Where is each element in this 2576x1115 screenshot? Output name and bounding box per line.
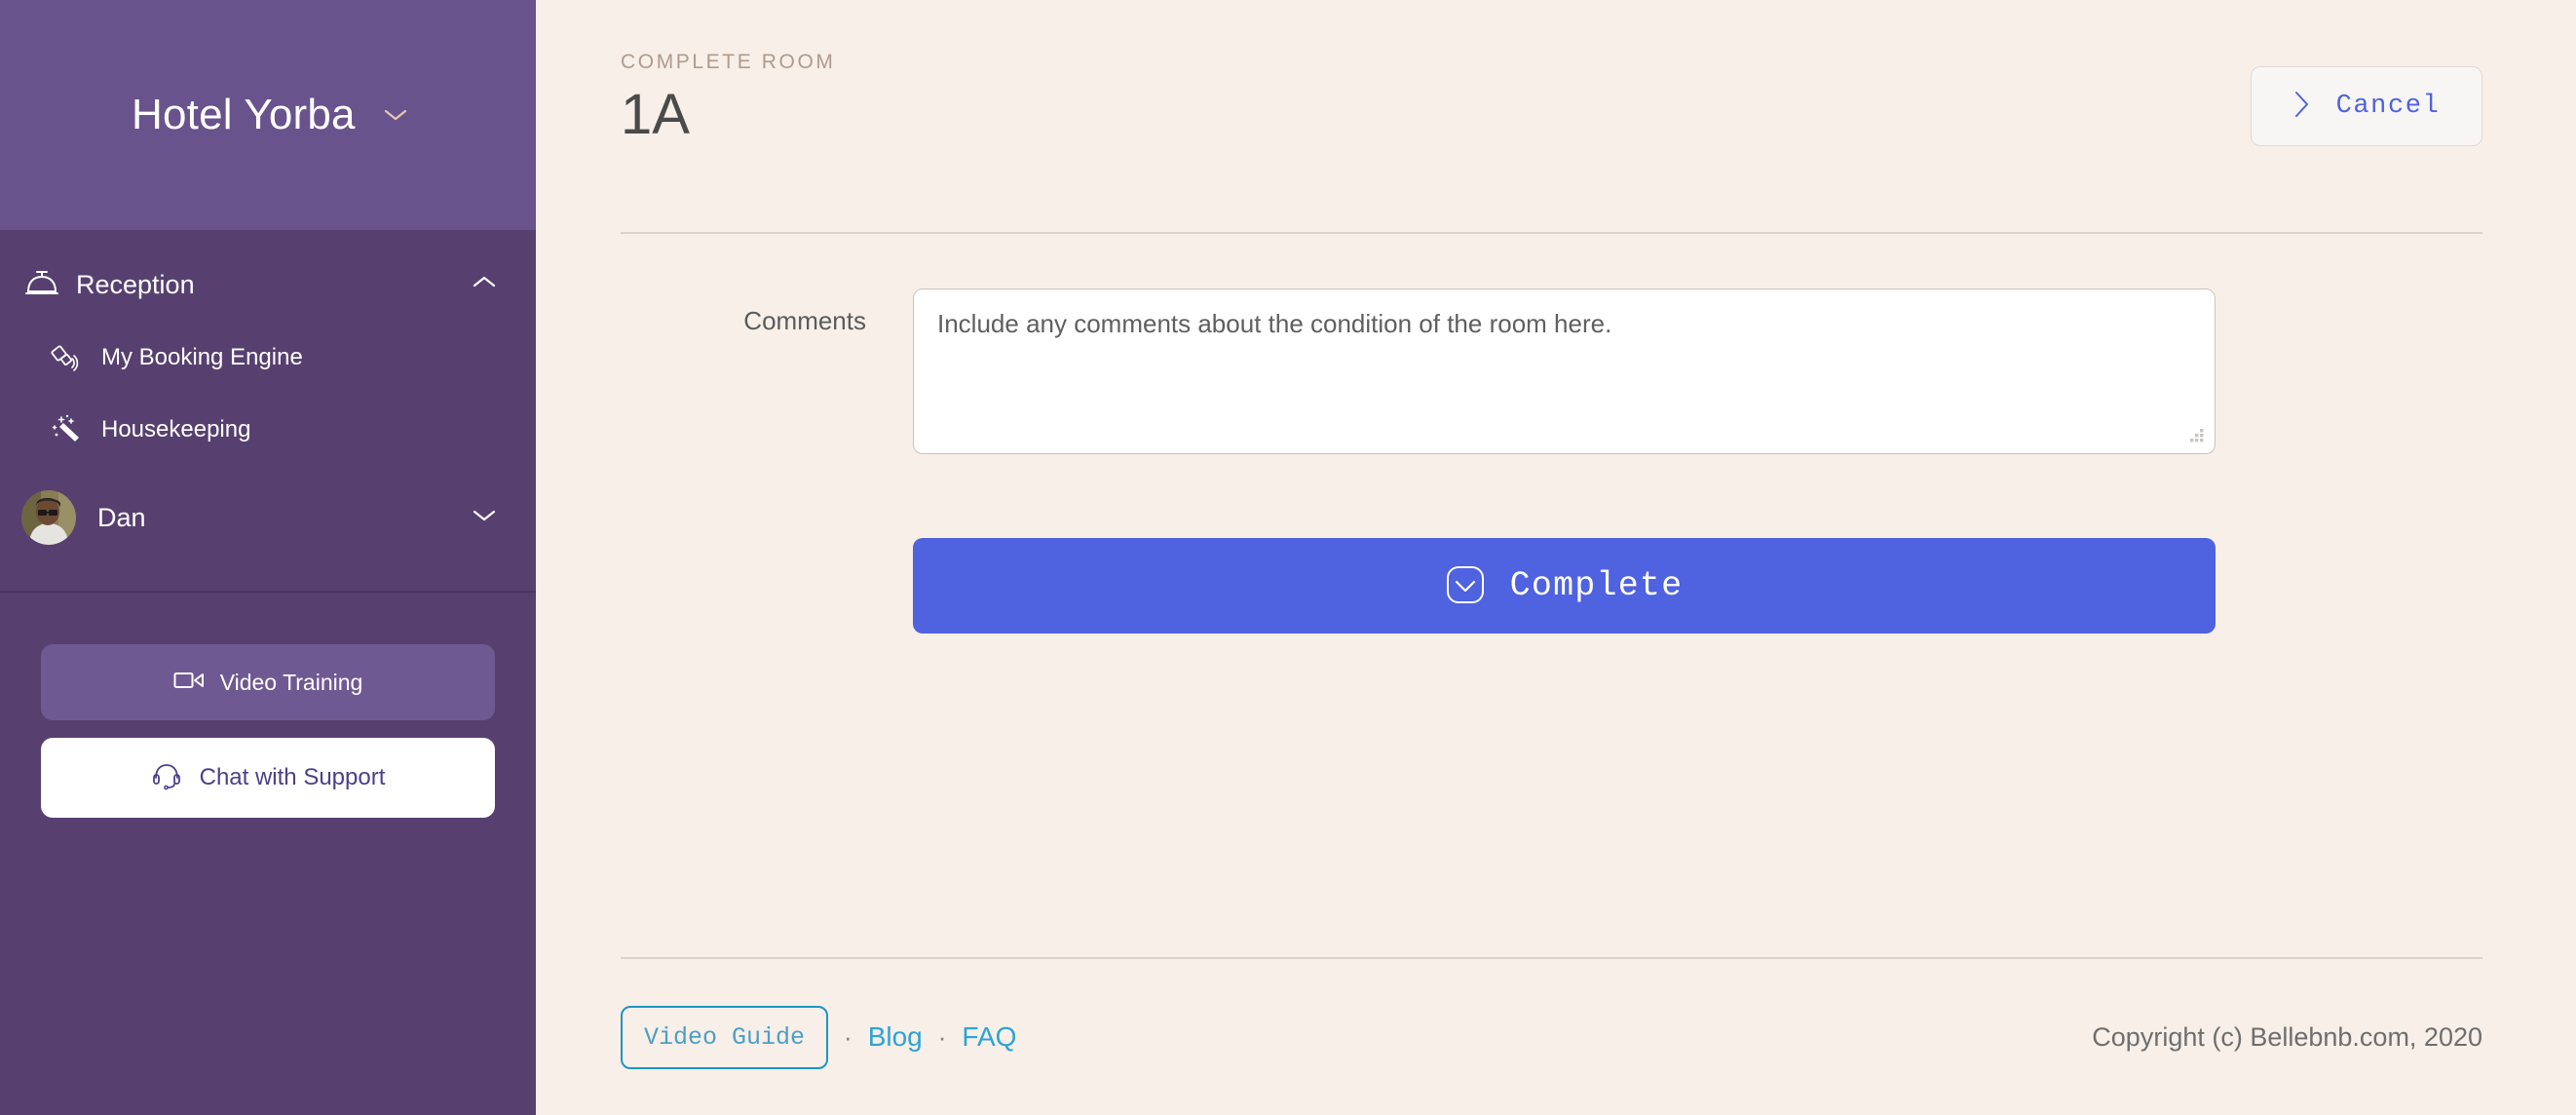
complete-label: Complete	[1509, 566, 1684, 605]
page-eyebrow: COMPLETE ROOM	[621, 51, 836, 73]
sidebar-group-label: Reception	[76, 269, 195, 299]
complete-room-form: Comments Include any comments about the …	[567, 234, 2482, 957]
chevron-down-icon[interactable]	[383, 107, 408, 123]
headset-icon	[151, 761, 182, 795]
chat-with-support-label: Chat with Support	[199, 764, 386, 790]
cancel-button[interactable]: Cancel	[2251, 66, 2482, 146]
chevron-down-icon[interactable]	[472, 508, 497, 528]
comments-label: Comments	[743, 306, 866, 335]
chevron-right-icon	[2293, 90, 2311, 124]
cancel-label: Cancel	[2335, 92, 2441, 121]
sidebar-item-label: Housekeeping	[101, 416, 251, 442]
sidebar-item-label: My Booking Engine	[101, 344, 303, 370]
main-content: COMPLETE ROOM 1A Cancel Comments Include…	[536, 0, 2576, 1115]
footer-links: Video Guide · Blog · FAQ	[621, 1005, 1016, 1069]
sidebar-nav: Reception My Booking Engine Housekeeping…	[0, 230, 536, 559]
brand-name: Hotel Yorba	[132, 91, 356, 138]
footer-separator: ·	[937, 1021, 947, 1052]
chevron-up-icon[interactable]	[472, 275, 497, 295]
footer-link-blog[interactable]: Blog	[868, 1021, 923, 1053]
magic-wand-icon	[47, 413, 86, 446]
complete-button[interactable]: Complete	[913, 538, 2216, 634]
satellite-icon	[47, 341, 86, 374]
footer-link-faq[interactable]: FAQ	[962, 1021, 1016, 1053]
complete-row: Complete	[621, 454, 2482, 634]
page-header: COMPLETE ROOM 1A Cancel	[567, 0, 2482, 232]
comments-input[interactable]	[913, 288, 2216, 454]
sidebar: Hotel Yorba Reception My Booking Engine …	[0, 0, 536, 1115]
sidebar-actions: Video Training Chat with Support	[0, 594, 536, 818]
sidebar-item-housekeeping[interactable]: Housekeeping	[0, 394, 536, 466]
comments-field-wrapper	[913, 288, 2216, 454]
video-guide-button[interactable]: Video Guide	[621, 1005, 829, 1069]
sidebar-item-my-booking-engine[interactable]: My Booking Engine	[0, 322, 536, 394]
avatar	[21, 490, 76, 545]
sidebar-group-reception[interactable]: Reception	[0, 248, 536, 322]
video-training-button[interactable]: Video Training	[41, 644, 495, 720]
service-bell-icon	[21, 269, 62, 300]
header-titles: COMPLETE ROOM 1A	[621, 51, 2251, 145]
check-square-icon	[1446, 565, 1485, 607]
footer: Video Guide · Blog · FAQ Copyright (c) B…	[567, 959, 2482, 1115]
sidebar-user-row[interactable]: Dan	[0, 476, 536, 559]
brand-header[interactable]: Hotel Yorba	[0, 0, 536, 230]
video-camera-icon	[173, 670, 205, 696]
footer-separator: ·	[844, 1021, 852, 1052]
video-training-label: Video Training	[219, 669, 363, 695]
copyright-text: Copyright (c) Bellebnb.com, 2020	[2092, 1021, 2482, 1052]
chat-with-support-button[interactable]: Chat with Support	[41, 738, 495, 818]
comments-row: Comments	[621, 288, 2482, 454]
page-title: 1A	[621, 83, 690, 146]
sidebar-user-name: Dan	[97, 502, 146, 532]
